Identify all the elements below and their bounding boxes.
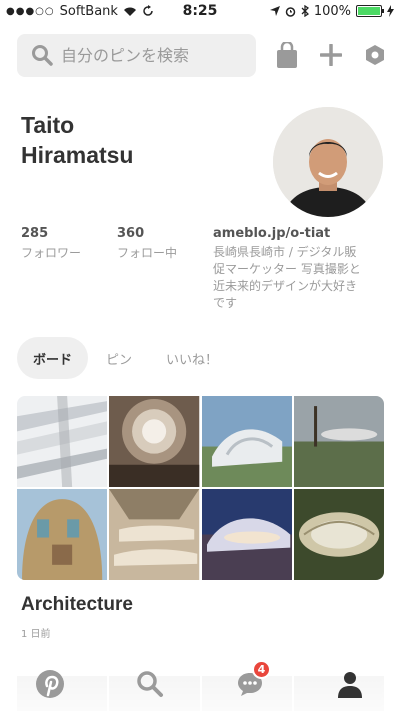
- nav-search[interactable]: [120, 670, 180, 698]
- nav-profile[interactable]: [320, 670, 380, 698]
- board-title[interactable]: Architecture: [21, 594, 133, 616]
- search-box[interactable]: [17, 33, 256, 77]
- pinterest-icon: [36, 669, 64, 698]
- board-thumbnail: [17, 396, 108, 487]
- followers-label: フォロワー: [21, 246, 82, 260]
- notification-badge: 4: [252, 659, 271, 679]
- profile-stats: 285 フォロワー 360 フォロー中 ameblo.jp/o-tiat 長崎県…: [21, 226, 390, 312]
- tab-likes[interactable]: いいね！: [150, 337, 234, 379]
- board-thumbnail: [201, 396, 292, 487]
- board-thumbnail: [109, 489, 200, 580]
- board-thumbnail: [201, 489, 292, 580]
- bio-line: 長崎県長崎市 / デジタル販: [213, 245, 357, 259]
- board-cover-grid[interactable]: [17, 396, 384, 580]
- board-thumbnail: [109, 396, 200, 487]
- website-link[interactable]: ameblo.jp/o-tiat: [213, 226, 383, 241]
- board-thumbnail: [293, 396, 384, 487]
- sync-icon: [143, 5, 153, 16]
- charging-icon: [387, 5, 394, 17]
- status-bar: ●●●○○ SoftBank 8:25 100%: [0, 0, 400, 22]
- profile-name: Taito Hiramatsu: [21, 110, 251, 170]
- location-arrow-icon: [269, 6, 280, 16]
- signal-strength-icon: ●●●○○: [6, 5, 55, 17]
- following-stat[interactable]: 360 フォロー中: [117, 226, 213, 312]
- nav-messages[interactable]: 4: [220, 659, 280, 698]
- bluetooth-icon: [301, 5, 309, 17]
- avatar[interactable]: [273, 107, 383, 217]
- alarm-icon: [285, 6, 296, 17]
- settings-hex-icon[interactable]: [364, 44, 386, 66]
- board-thumbnail: [293, 489, 384, 580]
- bottom-nav: 4: [0, 656, 400, 711]
- search-icon: [137, 670, 163, 697]
- following-count: 360: [117, 226, 145, 241]
- bio-line: 促マーケッター 写真撮影と: [213, 262, 361, 276]
- profile-last-name: Hiramatsu: [21, 142, 134, 168]
- search-input[interactable]: [61, 45, 241, 65]
- followers-count: 285: [21, 226, 49, 241]
- battery-icon: [356, 5, 384, 17]
- profile-tabs: ボード ピン いいね！: [17, 337, 236, 379]
- search-icon: [32, 45, 53, 66]
- bio-line: 近未来的デザインが大好き: [213, 279, 358, 293]
- board-updated-time: 1 日前: [21, 629, 51, 640]
- profile-about: ameblo.jp/o-tiat 長崎県長崎市 / デジタル販 促マーケッター …: [213, 226, 383, 312]
- wifi-icon: [123, 7, 136, 16]
- plus-icon[interactable]: [320, 44, 342, 66]
- board-thumbnail: [17, 489, 108, 580]
- tab-pins[interactable]: ピン: [90, 337, 148, 379]
- nav-home[interactable]: [20, 669, 80, 699]
- bio-line: です: [213, 296, 238, 310]
- carrier-name: SoftBank: [59, 3, 118, 19]
- top-bar: [17, 33, 388, 77]
- bag-icon[interactable]: [276, 42, 298, 68]
- profile-first-name: Taito: [21, 112, 75, 138]
- battery-percent: 100%: [313, 3, 351, 19]
- bio: 長崎県長崎市 / デジタル販 促マーケッター 写真撮影と 近未来的デザインが大好…: [213, 244, 383, 312]
- tab-boards[interactable]: ボード: [17, 337, 89, 379]
- followers-stat[interactable]: 285 フォロワー: [21, 226, 117, 312]
- profile-icon: [338, 671, 362, 698]
- following-label: フォロー中: [117, 246, 178, 260]
